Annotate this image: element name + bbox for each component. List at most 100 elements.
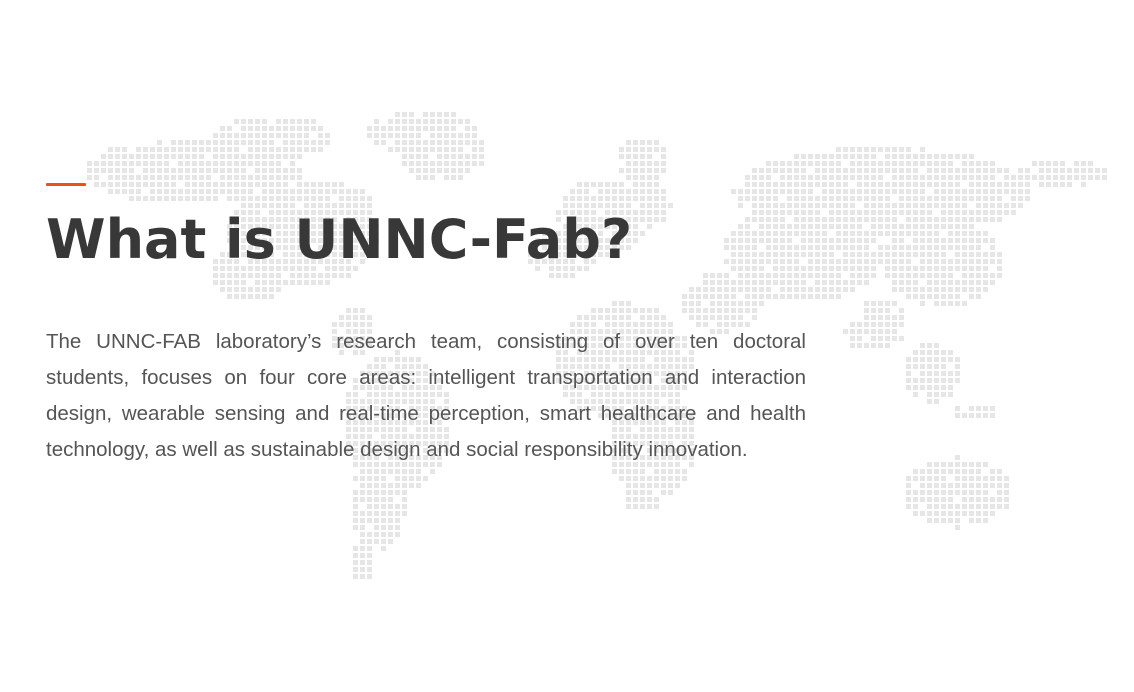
map-dot: [437, 168, 442, 173]
map-dot: [892, 329, 897, 334]
map-dot: [808, 238, 813, 243]
map-dot: [220, 133, 225, 138]
map-dot: [479, 161, 484, 166]
map-dot: [297, 154, 302, 159]
map-dot: [815, 280, 820, 285]
map-dot: [892, 280, 897, 285]
map-dot: [871, 161, 876, 166]
map-dot: [892, 287, 897, 292]
map-dot: [941, 189, 946, 194]
map-dot: [878, 196, 883, 201]
map-dot: [619, 168, 624, 173]
map-dot: [654, 476, 659, 481]
map-dot: [143, 154, 148, 159]
map-dot: [388, 490, 393, 495]
map-dot: [892, 245, 897, 250]
map-dot: [920, 238, 925, 243]
map-dot: [843, 329, 848, 334]
map-dot: [913, 490, 918, 495]
map-dot: [955, 518, 960, 523]
map-dot: [934, 343, 939, 348]
map-dot: [395, 532, 400, 537]
map-dot: [871, 329, 876, 334]
map-dot: [878, 182, 883, 187]
map-dot: [997, 252, 1002, 257]
map-dot: [402, 469, 407, 474]
map-dot: [241, 126, 246, 131]
map-dot: [948, 378, 953, 383]
map-dot: [948, 161, 953, 166]
map-dot: [934, 504, 939, 509]
map-dot: [1025, 182, 1030, 187]
map-dot: [647, 497, 652, 502]
map-dot: [836, 147, 841, 152]
map-dot: [927, 378, 932, 383]
map-dot: [906, 154, 911, 159]
map-dot: [976, 406, 981, 411]
map-dot: [948, 231, 953, 236]
map-dot: [108, 168, 113, 173]
map-dot: [1053, 168, 1058, 173]
map-dot: [962, 210, 967, 215]
map-dot: [640, 161, 645, 166]
map-dot: [892, 217, 897, 222]
map-dot: [976, 189, 981, 194]
map-dot: [899, 161, 904, 166]
map-dot: [395, 518, 400, 523]
map-dot: [472, 126, 477, 131]
map-dot: [969, 245, 974, 250]
map-dot: [423, 147, 428, 152]
map-dot: [164, 154, 169, 159]
map-dot: [822, 238, 827, 243]
map-dot: [976, 210, 981, 215]
map-dot: [934, 203, 939, 208]
map-dot: [920, 357, 925, 362]
map-dot: [836, 238, 841, 243]
map-dot: [311, 147, 316, 152]
map-dot: [990, 175, 995, 180]
map-dot: [402, 126, 407, 131]
map-dot: [402, 154, 407, 159]
map-dot: [941, 511, 946, 516]
map-dot: [423, 154, 428, 159]
map-dot: [129, 161, 134, 166]
map-dot: [269, 147, 274, 152]
map-dot: [199, 175, 204, 180]
map-dot: [444, 154, 449, 159]
map-dot: [451, 140, 456, 145]
map-dot: [955, 196, 960, 201]
map-dot: [892, 175, 897, 180]
map-dot: [948, 385, 953, 390]
map-dot: [927, 161, 932, 166]
map-dot: [990, 189, 995, 194]
map-dot: [822, 168, 827, 173]
map-dot: [955, 406, 960, 411]
map-dot: [948, 497, 953, 502]
map-dot: [941, 504, 946, 509]
map-dot: [976, 182, 981, 187]
map-dot: [472, 140, 477, 145]
map-dot: [906, 168, 911, 173]
map-dot: [381, 490, 386, 495]
map-dot: [955, 217, 960, 222]
map-dot: [955, 378, 960, 383]
map-dot: [444, 112, 449, 117]
map-dot: [920, 147, 925, 152]
map-dot: [255, 133, 260, 138]
map-dot: [262, 147, 267, 152]
map-dot: [143, 161, 148, 166]
map-dot: [941, 224, 946, 229]
map-dot: [1081, 161, 1086, 166]
map-dot: [822, 294, 827, 299]
map-dot: [941, 497, 946, 502]
map-dot: [983, 497, 988, 502]
map-dot: [857, 266, 862, 271]
map-dot: [829, 189, 834, 194]
map-dot: [997, 273, 1002, 278]
map-dot: [416, 147, 421, 152]
map-dot: [857, 280, 862, 285]
map-dot: [913, 189, 918, 194]
map-dot: [962, 287, 967, 292]
map-dot: [934, 490, 939, 495]
map-dot: [822, 266, 827, 271]
